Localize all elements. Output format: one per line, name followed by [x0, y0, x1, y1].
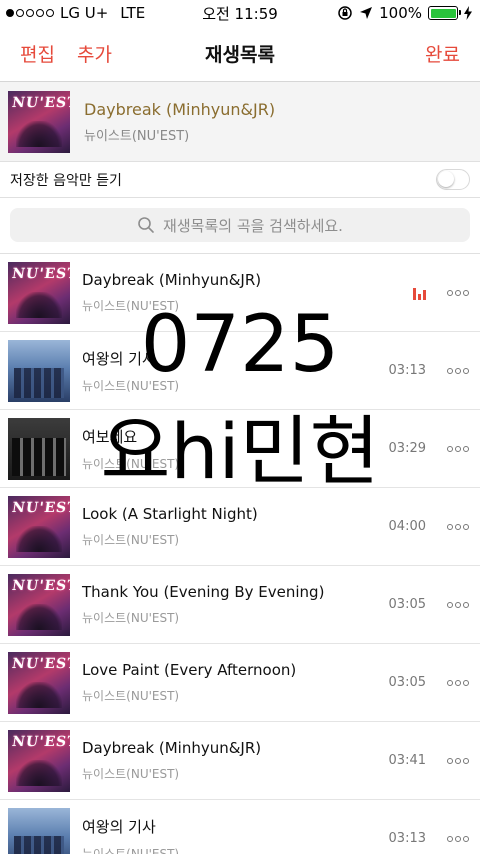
track-album-art: NU'EST	[8, 261, 70, 324]
track-info: Daybreak (Minhyun&JR) 뉴이스트(NU'EST)	[82, 739, 376, 782]
search-placeholder: 재생목록의 곡을 검색하세요.	[163, 216, 343, 235]
more-options-icon[interactable]	[444, 289, 472, 296]
nav-bar: 편집 추가 재생목록 완료	[0, 26, 480, 82]
carrier-label: LG U+	[60, 4, 109, 22]
saved-only-row: 저장한 음악만 듣기	[0, 162, 480, 198]
more-options-icon[interactable]	[444, 523, 472, 530]
now-playing-album-art: NU'EST	[8, 90, 70, 153]
more-options-icon[interactable]	[444, 757, 472, 764]
track-title: 여보세요	[82, 427, 138, 446]
status-bar: LG U+ LTE 오전 11:59 100%	[0, 0, 480, 26]
track-duration: 03:41	[388, 753, 426, 768]
search-container: 재생목록의 곡을 검색하세요.	[0, 198, 480, 254]
track-title: 여왕의 기사	[82, 817, 156, 836]
track-album-art: NU'EST	[8, 495, 70, 558]
now-playing-bar[interactable]: NU'EST Daybreak (Minhyun&JR) 뉴이스트(NU'EST…	[0, 82, 480, 162]
battery-percent: 100%	[379, 4, 422, 22]
status-right: 100%	[337, 4, 472, 22]
track-row[interactable]: NU'EST Look (A Starlight Night) 뉴이스트(NU'…	[0, 488, 480, 566]
track-album-art: NU'EST	[8, 573, 70, 636]
toggle-knob	[438, 171, 454, 187]
track-title: Thank You (Evening By Evening)	[82, 583, 325, 601]
track-title: Daybreak (Minhyun&JR)	[82, 739, 262, 757]
more-options-icon[interactable]	[444, 445, 472, 452]
track-artist: 뉴이스트(NU'EST)	[82, 846, 180, 854]
track-album-art: NU'EST	[8, 651, 70, 714]
track-album-art: NU'EST	[8, 729, 70, 792]
track-artist: 뉴이스트(NU'EST)	[82, 767, 180, 781]
track-info: 여왕의 기사 뉴이스트(NU'EST)	[82, 348, 376, 394]
track-row[interactable]: NU'EST Daybreak (Minhyun&JR) 뉴이스트(NU'EST…	[0, 722, 480, 800]
track-artist: 뉴이스트(NU'EST)	[82, 378, 180, 393]
track-row[interactable]: NU'EST Love Paint (Every Afternoon) 뉴이스트…	[0, 644, 480, 722]
charging-icon	[464, 6, 472, 20]
track-album-art	[8, 807, 70, 854]
network-label: LTE	[120, 4, 146, 22]
now-playing-artist: 뉴이스트(NU'EST)	[84, 128, 190, 144]
now-playing-title: Daybreak (Minhyun&JR)	[84, 99, 276, 119]
track-duration: 03:13	[388, 831, 426, 846]
orientation-lock-icon	[338, 6, 352, 20]
track-list: NU'EST Daybreak (Minhyun&JR) 뉴이스트(NU'EST…	[0, 254, 480, 854]
track-row[interactable]: 여왕의 기사 뉴이스트(NU'EST) 03:13	[0, 332, 480, 410]
edit-button[interactable]: 편집	[20, 40, 55, 67]
track-row[interactable]: NU'EST Thank You (Evening By Evening) 뉴이…	[0, 566, 480, 644]
track-title: Daybreak (Minhyun&JR)	[82, 271, 262, 289]
track-artist: 뉴이스트(NU'EST)	[82, 689, 180, 703]
more-options-icon[interactable]	[444, 367, 472, 374]
album-art-logo: NU'EST	[10, 265, 70, 282]
saved-only-label: 저장한 음악만 듣기	[10, 172, 122, 189]
track-row[interactable]: NU'EST Daybreak (Minhyun&JR) 뉴이스트(NU'EST…	[0, 254, 480, 332]
more-options-icon[interactable]	[444, 835, 472, 842]
album-art-logo: NU'EST	[10, 655, 70, 672]
track-artist: 뉴이스트(NU'EST)	[82, 456, 180, 471]
track-info: 여왕의 기사 뉴이스트(NU'EST)	[82, 816, 376, 854]
saved-only-toggle[interactable]	[436, 169, 470, 190]
track-duration: 03:29	[388, 441, 426, 456]
search-input[interactable]: 재생목록의 곡을 검색하세요.	[10, 208, 470, 242]
track-artist: 뉴이스트(NU'EST)	[82, 299, 180, 313]
track-info: Thank You (Evening By Evening) 뉴이스트(NU'E…	[82, 583, 376, 626]
more-options-icon[interactable]	[444, 679, 472, 686]
track-duration: 03:13	[388, 363, 426, 378]
now-playing-info: Daybreak (Minhyun&JR) 뉴이스트(NU'EST)	[84, 100, 275, 144]
track-album-art	[8, 417, 70, 480]
track-artist: 뉴이스트(NU'EST)	[82, 611, 180, 625]
now-playing-equalizer-icon	[376, 286, 426, 300]
location-icon	[360, 7, 373, 19]
add-button[interactable]: 추가	[77, 40, 112, 67]
track-title: Look (A Starlight Night)	[82, 505, 258, 523]
track-row[interactable]: 여왕의 기사 뉴이스트(NU'EST) 03:13	[0, 800, 480, 854]
track-duration: 04:00	[388, 519, 426, 534]
track-info: Love Paint (Every Afternoon) 뉴이스트(NU'EST…	[82, 661, 376, 704]
track-duration: 03:05	[388, 597, 426, 612]
album-art-logo: NU'EST	[10, 499, 70, 516]
album-art-logo: NU'EST	[10, 733, 70, 750]
track-info: Look (A Starlight Night) 뉴이스트(NU'EST)	[82, 505, 376, 548]
track-row[interactable]: 여보세요 뉴이스트(NU'EST) 03:29	[0, 410, 480, 488]
status-left: LG U+ LTE	[6, 4, 145, 22]
done-button[interactable]: 완료	[425, 40, 460, 67]
more-options-icon[interactable]	[444, 601, 472, 608]
album-art-logo: NU'EST	[10, 94, 70, 111]
nav-left-group: 편집 추가	[20, 40, 112, 67]
track-duration: 03:05	[388, 675, 426, 690]
track-title: 여왕의 기사	[82, 349, 156, 368]
battery-icon	[428, 6, 461, 20]
search-icon	[138, 217, 154, 233]
track-info: 여보세요 뉴이스트(NU'EST)	[82, 426, 376, 472]
album-art-logo: NU'EST	[10, 577, 70, 594]
track-artist: 뉴이스트(NU'EST)	[82, 533, 180, 547]
track-title: Love Paint (Every Afternoon)	[82, 661, 297, 679]
track-info: Daybreak (Minhyun&JR) 뉴이스트(NU'EST)	[82, 271, 376, 314]
track-album-art	[8, 339, 70, 402]
signal-icon	[6, 9, 54, 17]
